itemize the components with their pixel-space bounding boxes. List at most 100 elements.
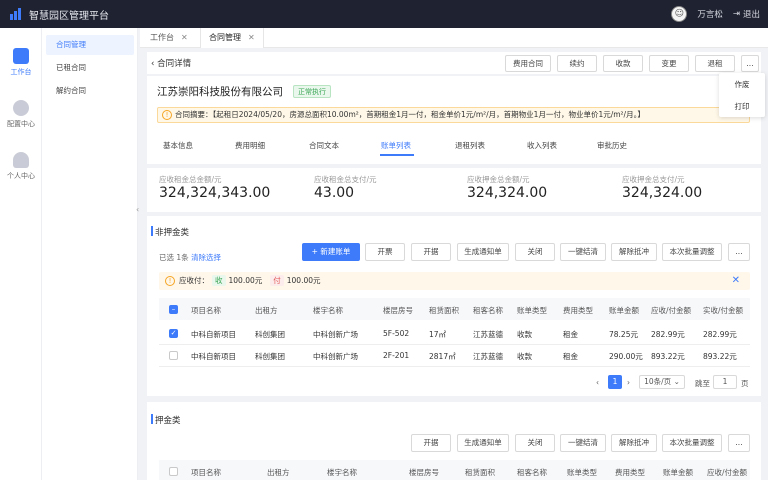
sidebar-item-terminated-contracts[interactable]: 解约合同 <box>46 81 134 101</box>
more-actions-button[interactable]: ... <box>728 243 750 261</box>
tab-strip: 工作台 ✕ 合同管理 ✕ <box>140 28 768 48</box>
column-header: 费用类型 <box>563 306 593 315</box>
row-checkbox[interactable]: ✓ <box>169 329 178 338</box>
menu-item-print[interactable]: 打印 <box>719 97 765 117</box>
new-bill-button[interactable]: + 新建账单 <box>302 243 360 261</box>
release-offset-button[interactable]: 解除抵冲 <box>611 243 657 261</box>
column-header: 账单类型 <box>517 306 547 315</box>
page-size-select[interactable]: 10条/页 ⌄ <box>639 375 685 389</box>
table-cell: 收款 <box>517 352 532 361</box>
goto-page-input[interactable]: 1 <box>713 375 737 389</box>
terminate-lease-button[interactable]: 退租 <box>695 55 735 72</box>
table-cell: 科创集团 <box>255 352 285 361</box>
amount-alert: ! 应收付：收 100.00元付 100.00元 ✕ <box>159 272 750 290</box>
table-cell: 江苏蓝德 <box>473 330 503 339</box>
stats-card: 应收租金总金额/元 324,324,343.00 应收租金总支付/元 43.00… <box>147 168 761 212</box>
collapse-icon[interactable]: ‹ <box>136 205 139 214</box>
subtab-contract-text[interactable]: 合同文本 <box>309 140 339 151</box>
tab-contract-management[interactable]: 合同管理 ✕ <box>200 28 264 48</box>
subtab-bill-list[interactable]: 账单列表 <box>381 140 411 151</box>
info-icon: ! <box>165 276 175 286</box>
more-actions-button[interactable]: ... <box>728 434 750 452</box>
more-button[interactable]: ... <box>741 55 759 72</box>
nav-personal[interactable]: 个人中心 <box>0 152 42 181</box>
renew-button[interactable]: 续约 <box>557 55 597 72</box>
close-icon[interactable]: ✕ <box>732 272 740 290</box>
generate-notice-button[interactable]: 生成通知单 <box>457 434 509 452</box>
collect-button[interactable]: 收款 <box>603 55 643 72</box>
goto-label: 跳至 <box>695 379 710 388</box>
change-button[interactable]: 变更 <box>649 55 689 72</box>
expense-contract-button[interactable]: 费用合同 <box>505 55 551 72</box>
row-divider <box>159 366 750 367</box>
table-cell: 282.99元 <box>703 330 737 339</box>
table-cell: 收款 <box>517 330 532 339</box>
logo-icon <box>10 8 21 20</box>
table-cell: 5F-502 <box>383 329 410 338</box>
table-cell: 17㎡ <box>429 330 447 339</box>
section-accent <box>151 226 153 236</box>
subtab-income-list[interactable]: 收入列表 <box>527 140 557 151</box>
user-name[interactable]: 万言松 <box>697 8 723 20</box>
release-offset-button[interactable]: 解除抵冲 <box>611 434 657 452</box>
sidebar-item-contract-management[interactable]: 合同管理 <box>46 35 134 55</box>
clear-selection-link[interactable]: 清除选择 <box>191 253 221 262</box>
page-current[interactable]: 1 <box>608 375 622 389</box>
stat-value: 324,324.00 <box>467 185 548 201</box>
sidebar-item-leased-contracts[interactable]: 已租合同 <box>46 58 134 78</box>
column-header: 出租方 <box>267 468 290 477</box>
row-checkbox[interactable] <box>169 351 178 360</box>
prev-page-icon[interactable]: ‹ <box>596 378 599 387</box>
close-icon[interactable]: ✕ <box>181 33 188 42</box>
column-header: 应收/付金额 <box>707 468 748 477</box>
column-header: 楼层房号 <box>409 468 439 477</box>
top-bar: 智慧园区管理平台 ☺ 万言松 ⇥ 退出 <box>0 0 768 28</box>
table-cell: 282.99元 <box>651 330 685 339</box>
issue-receipt-button[interactable]: 开据 <box>411 434 451 452</box>
back-link[interactable]: ‹ 合同详情 <box>151 57 191 69</box>
tab-workbench[interactable]: 工作台 ✕ <box>142 28 196 48</box>
batch-adjust-button[interactable]: 本次批量调整 <box>662 434 722 452</box>
settle-all-button[interactable]: 一键结清 <box>560 434 606 452</box>
next-page-icon[interactable]: › <box>627 378 630 387</box>
column-header: 费用类型 <box>615 468 645 477</box>
table-cell: 78.25元 <box>609 330 638 339</box>
settle-all-button[interactable]: 一键结清 <box>560 243 606 261</box>
close-bill-button[interactable]: 关闭 <box>515 434 555 452</box>
batch-adjust-button[interactable]: 本次批量调整 <box>662 243 722 261</box>
logout-icon: ⇥ <box>732 9 740 19</box>
stat-label: 应收租金总支付/元 <box>314 175 377 184</box>
logout-button[interactable]: ⇥ 退出 <box>733 8 760 20</box>
subtab-expense-details[interactable]: 费用明细 <box>235 140 265 151</box>
main-content: ‹ 合同详情 费用合同 续约 收款 变更 退租 ... 江苏崇阳科技股份有限公司… <box>147 50 765 480</box>
stat-value: 43.00 <box>314 185 355 201</box>
column-header: 项目名称 <box>191 468 221 477</box>
select-all-checkbox[interactable] <box>169 467 178 476</box>
table-cell: 中科创新广场 <box>313 352 358 361</box>
nav-config[interactable]: 配置中心 <box>0 100 42 129</box>
more-dropdown-menu: 作废 打印 <box>719 73 765 117</box>
active-tab-indicator <box>380 154 414 156</box>
subtab-termination-list[interactable]: 退租列表 <box>455 140 485 151</box>
menu-item-void[interactable]: 作废 <box>719 75 765 95</box>
generate-notice-button[interactable]: 生成通知单 <box>457 243 509 261</box>
issue-receipt-button[interactable]: 开据 <box>411 243 451 261</box>
close-bill-button[interactable]: 关闭 <box>515 243 555 261</box>
column-header: 应收/付金额 <box>651 306 692 315</box>
column-header: 楼层房号 <box>383 306 413 315</box>
subtab-basic-info[interactable]: 基本信息 <box>163 140 193 151</box>
invoice-button[interactable]: 开票 <box>365 243 405 261</box>
subtab-approval-history[interactable]: 审批历史 <box>597 140 627 151</box>
nav-workbench[interactable]: 工作台 <box>0 48 42 77</box>
row-divider <box>159 344 750 345</box>
avatar[interactable]: ☺ <box>671 6 688 22</box>
section-accent <box>151 414 153 424</box>
stat-label: 应收押金总金额/元 <box>467 175 530 184</box>
expense-tag: 付 <box>270 275 284 286</box>
column-header: 租客名称 <box>473 306 503 315</box>
table-cell: 290.00元 <box>609 352 643 361</box>
close-icon[interactable]: ✕ <box>248 33 255 42</box>
select-all-checkbox[interactable]: – <box>169 305 178 314</box>
column-header: 实收/付金额 <box>703 306 744 315</box>
chevron-down-icon: ⌄ <box>673 377 680 386</box>
